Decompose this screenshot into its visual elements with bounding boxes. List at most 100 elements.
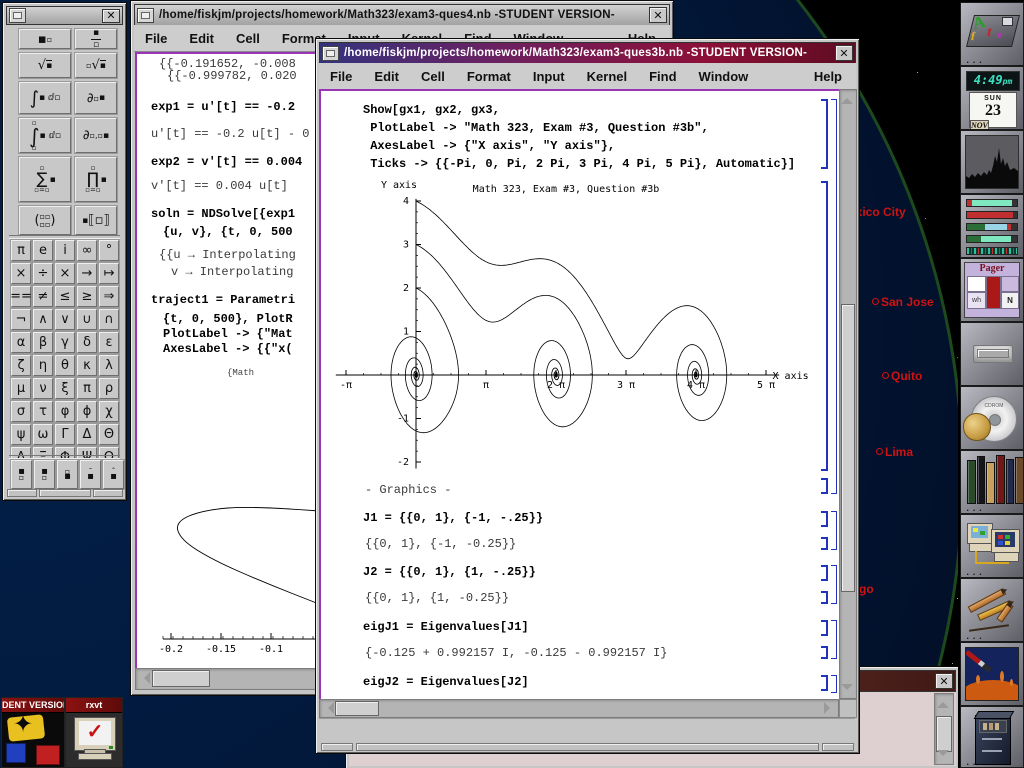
resize-grip[interactable] (39, 489, 91, 497)
menu-item[interactable]: Find (638, 69, 687, 84)
partial-derivative2-button[interactable]: ∂▫,▫ ▪ (75, 118, 117, 153)
menu-item[interactable]: File (319, 69, 363, 84)
cell-bracket[interactable] (819, 478, 828, 494)
symbol-button[interactable]: ε (99, 332, 119, 353)
afterstep-logo-tile[interactable]: A f t e ... (960, 2, 1024, 66)
symbol-button[interactable]: π (77, 378, 97, 399)
symbol-button[interactable]: ψ (11, 424, 31, 445)
symbol-button[interactable]: μ (11, 378, 31, 399)
close-icon[interactable]: ✕ (649, 7, 667, 23)
script-template-button[interactable]: ▫▪ (57, 460, 78, 489)
menu-item[interactable]: Edit (363, 69, 410, 84)
scrollbar-thumb[interactable] (936, 716, 952, 752)
symbol-button[interactable]: ζ (11, 355, 31, 376)
horizontal-scrollbar[interactable] (319, 699, 839, 718)
symbol-button[interactable]: ≠ (33, 286, 53, 307)
resize-grip[interactable] (93, 489, 123, 497)
symbol-button[interactable]: Δ (77, 424, 97, 445)
cell-bracket[interactable] (819, 537, 828, 550)
scroll-up-icon[interactable] (937, 696, 949, 708)
close-icon[interactable]: ✕ (102, 9, 120, 23)
symbol-button[interactable]: κ (77, 355, 97, 376)
library-books-tile[interactable]: ... (960, 450, 1024, 514)
vertical-scrollbar[interactable] (839, 89, 857, 699)
scroll-right-icon[interactable] (824, 702, 836, 714)
cell-bracket[interactable] (829, 511, 837, 550)
symbol-button[interactable]: φ (55, 401, 75, 422)
symbol-button[interactable]: ∧ (33, 309, 53, 330)
symbol-button[interactable]: e (33, 240, 53, 261)
cell-bracket[interactable] (819, 675, 828, 691)
menu-item-help[interactable]: Help (800, 69, 856, 84)
symbol-button[interactable]: ∞ (77, 240, 97, 261)
symbol-button[interactable]: ϕ (77, 401, 97, 422)
palette-titlebar[interactable]: ✕ (6, 6, 123, 25)
symbol-button[interactable]: ω (33, 424, 53, 445)
symbol-button[interactable]: λ (99, 355, 119, 376)
script-template-button[interactable]: ▪▫ (11, 460, 32, 489)
resize-grip[interactable] (7, 489, 37, 497)
menu-item[interactable]: Kernel (576, 69, 638, 84)
sum-template-button[interactable]: ▫∑▫=▫ ▪ (19, 157, 71, 202)
script-template-button[interactable]: ▪▫ (34, 460, 55, 489)
sqrt-template-button[interactable]: √▪ (19, 53, 71, 78)
menu-item[interactable]: Cell (225, 31, 271, 46)
symbol-button[interactable]: β (33, 332, 53, 353)
symbol-button[interactable]: ∨ (55, 309, 75, 330)
menu-item[interactable]: Format (456, 69, 522, 84)
load-meter-tile[interactable] (960, 130, 1024, 194)
back-titlebar[interactable]: /home/fiskjm/projects/homework/Math323/e… (134, 4, 670, 26)
scroll-left-icon[interactable] (138, 672, 150, 684)
vertical-scrollbar[interactable] (934, 693, 954, 765)
symbol-button[interactable]: τ (33, 401, 53, 422)
menu-item[interactable]: Window (688, 69, 760, 84)
system-meters-tile[interactable] (960, 194, 1024, 258)
cell-bracket[interactable] (819, 511, 828, 527)
menu-item[interactable]: File (134, 31, 178, 46)
power-template-button[interactable]: ▪▫ (19, 29, 71, 49)
cell-bracket[interactable] (819, 181, 828, 471)
resize-grip[interactable] (822, 743, 854, 751)
product-template-button[interactable]: ▫∏▫=▫ ▪ (75, 157, 117, 202)
pager-desk[interactable]: wh (967, 292, 986, 309)
symbol-button[interactable]: Θ (99, 424, 119, 445)
minwin-title[interactable]: DENT VERSION (2, 698, 64, 713)
pager-desk[interactable] (967, 276, 986, 292)
scroll-down-icon[interactable] (841, 684, 853, 696)
resize-grip[interactable] (356, 743, 819, 751)
symbol-button[interactable]: ξ (55, 378, 75, 399)
symbol-button[interactable]: α (11, 332, 31, 353)
symbol-button[interactable]: η (33, 355, 53, 376)
symbol-button[interactable]: γ (55, 332, 75, 353)
resize-grip[interactable] (321, 743, 353, 751)
matrix-template-button[interactable]: (▫▫▫▫) (19, 206, 71, 235)
pager-desk[interactable]: N (1001, 292, 1019, 309)
front-notebook-content[interactable]: Show[gx1, gx2, gx3, PlotLabel -> "Math 3… (319, 89, 841, 701)
symbol-button[interactable]: ÷ (33, 263, 53, 284)
cell-bracket[interactable] (819, 646, 828, 659)
window-menu-button[interactable] (137, 8, 154, 23)
symbol-button[interactable]: ¬ (11, 309, 31, 330)
inbox-tray-tile[interactable] (960, 322, 1024, 386)
symbol-button[interactable]: ↦ (99, 263, 119, 284)
cell-bracket[interactable] (819, 565, 828, 581)
window-menu-button[interactable] (322, 46, 339, 61)
scrollbar-thumb[interactable] (335, 701, 379, 716)
symbol-button[interactable]: χ (99, 401, 119, 422)
scrollbar-thumb[interactable] (841, 304, 855, 592)
symbol-button[interactable]: θ (55, 355, 75, 376)
pager-desk[interactable] (1001, 276, 1019, 292)
indefinite-integral-button[interactable]: ∫▪ ⅆ▫ (19, 82, 71, 114)
menu-item[interactable]: Input (522, 69, 576, 84)
cell-bracket[interactable] (819, 620, 828, 636)
symbol-button[interactable]: ⇒ (99, 286, 119, 307)
symbol-button[interactable]: × (55, 263, 75, 284)
script-template-button[interactable]: ˆ▪ (103, 460, 124, 489)
symbol-button[interactable]: π (11, 240, 31, 261)
scrollbar-thumb[interactable] (152, 670, 210, 687)
window-exam3-ques3b[interactable]: /home/fiskjm/projects/homework/Math323/e… (315, 38, 860, 754)
symbol-button[interactable]: ∪ (77, 309, 97, 330)
cell-bracket[interactable] (819, 99, 828, 169)
file-cabinet-tile[interactable]: ... (960, 706, 1024, 768)
menu-item[interactable]: Edit (178, 31, 225, 46)
